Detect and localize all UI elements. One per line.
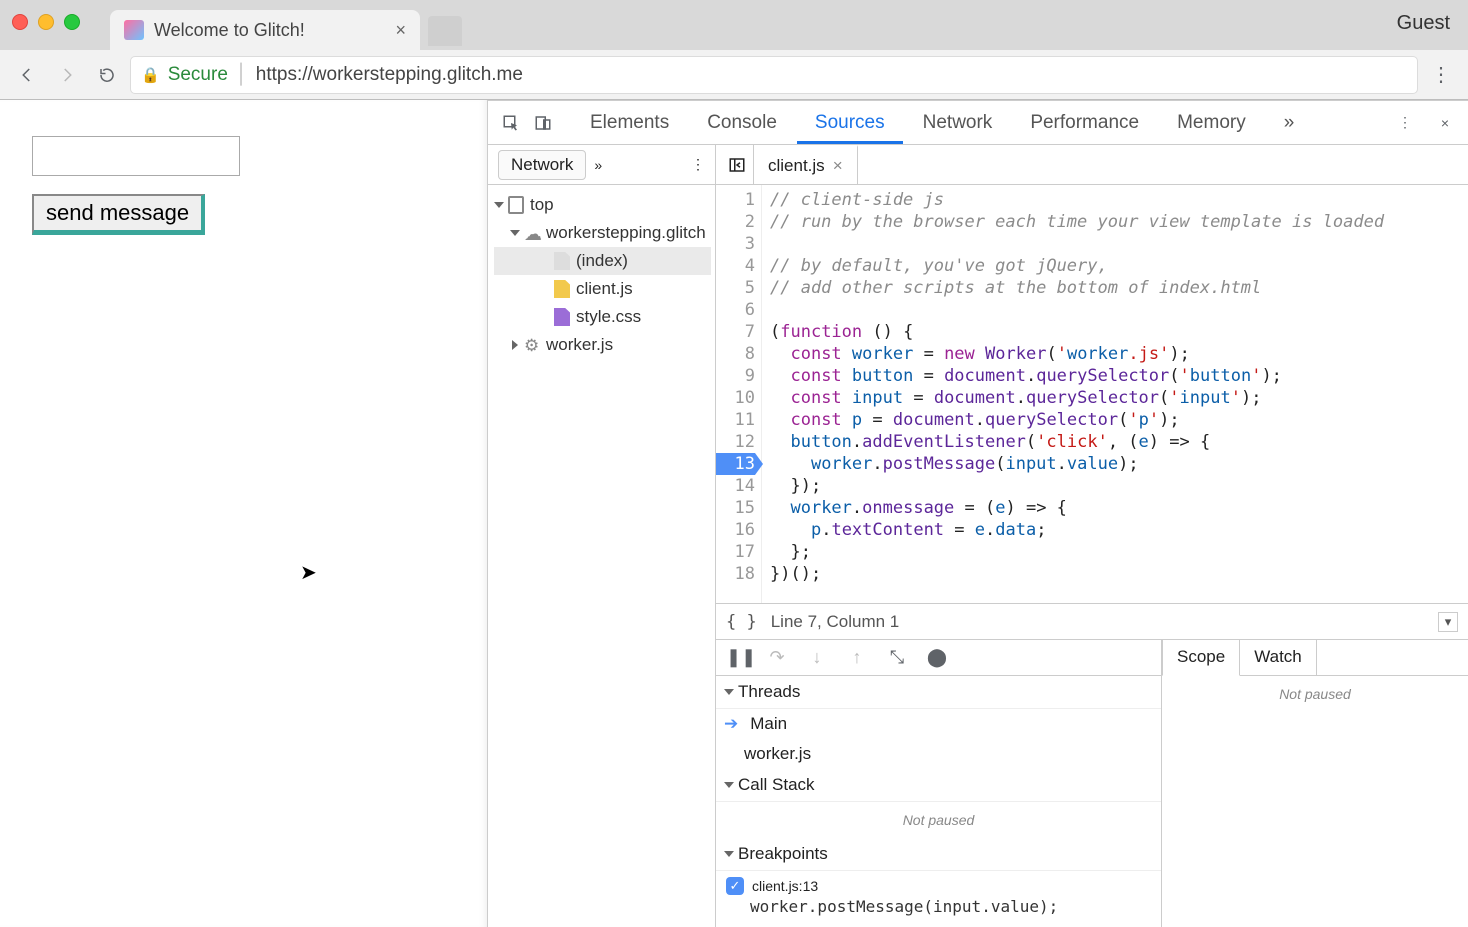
sidebar-menu-icon[interactable]: ⋮ <box>691 156 705 173</box>
inspect-element-icon[interactable] <box>496 108 526 138</box>
browser-toolbar: 🔒 Secure │ https://workerstepping.glitch… <box>0 50 1468 100</box>
tree-file-stylecss[interactable]: style.css <box>494 303 711 331</box>
lock-icon: 🔒 <box>141 66 160 84</box>
breakpoint-item[interactable]: ✓ client.js:13 <box>716 871 1161 897</box>
editor-tabs: client.js × <box>716 145 1468 185</box>
devtools-tabs: Elements Console Sources Network Perform… <box>488 101 1468 145</box>
pretty-print-icon[interactable]: { } <box>726 612 757 632</box>
message-input[interactable] <box>32 136 240 176</box>
tree-top-frame[interactable]: top <box>494 191 711 219</box>
sources-sidebar: Network » ⋮ top workerstepping.glitch (i… <box>488 145 716 927</box>
debugger-drawer: ❚❚ ↷ ↓ ↑ ⤡ ⬤ Threads Main worker.js <box>716 639 1468 927</box>
rendered-page: send message ➤ <box>0 100 488 927</box>
reload-button[interactable] <box>90 58 124 92</box>
sidebar-mode-selector[interactable]: Network <box>498 150 586 180</box>
close-file-icon[interactable]: × <box>833 156 843 176</box>
maximize-window-icon[interactable] <box>64 14 80 30</box>
tab-more-icon[interactable]: » <box>1266 102 1313 144</box>
scope-tab[interactable]: Scope <box>1162 640 1240 676</box>
tree-domain[interactable]: workerstepping.glitch <box>494 219 711 247</box>
address-bar[interactable]: 🔒 Secure │ https://workerstepping.glitch… <box>130 56 1418 94</box>
editor-statusbar: { } Line 7, Column 1 ▾ <box>716 603 1468 639</box>
device-toolbar-icon[interactable] <box>528 108 558 138</box>
tree-file-index[interactable]: (index) <box>494 247 711 275</box>
tab-performance[interactable]: Performance <box>1012 102 1157 144</box>
pause-icon[interactable]: ❚❚ <box>726 647 748 668</box>
file-tree: top workerstepping.glitch (index) client… <box>488 185 715 365</box>
forward-button[interactable] <box>50 58 84 92</box>
favicon-icon <box>124 20 144 40</box>
browser-tab[interactable]: Welcome to Glitch! × <box>110 10 420 50</box>
editor-column: client.js × 123456789101112131415161718/… <box>716 145 1468 927</box>
threads-header[interactable]: Threads <box>716 676 1161 709</box>
tab-bar: Welcome to Glitch! × Guest <box>0 0 1468 50</box>
devtools-panel: Elements Console Sources Network Perform… <box>488 100 1468 927</box>
browser-window: Welcome to Glitch! × Guest 🔒 Secure │ ht… <box>0 0 1468 927</box>
url-text: https://workerstepping.glitch.me <box>256 64 523 86</box>
close-devtools-icon[interactable]: × <box>1430 108 1460 138</box>
tab-memory[interactable]: Memory <box>1159 102 1264 144</box>
debugger-right-pane: Scope Watch Not paused <box>1162 640 1468 927</box>
devtools-menu-icon[interactable]: ⋮ <box>1390 108 1420 138</box>
callstack-state: Not paused <box>716 802 1161 838</box>
scope-state: Not paused <box>1162 676 1468 712</box>
code-editor[interactable]: 123456789101112131415161718// client-sid… <box>716 185 1468 603</box>
thread-worker[interactable]: worker.js <box>716 739 1161 769</box>
profile-label[interactable]: Guest <box>1397 12 1450 35</box>
tree-file-clientjs[interactable]: client.js <box>494 275 711 303</box>
coverage-icon[interactable]: ▾ <box>1438 612 1458 632</box>
thread-main[interactable]: Main <box>716 709 1161 739</box>
breakpoint-checkbox[interactable]: ✓ <box>726 877 744 895</box>
toggle-navigator-icon[interactable] <box>720 145 754 184</box>
content-area: send message ➤ Elements Console Sources … <box>0 100 1468 927</box>
window-controls[interactable] <box>12 14 80 30</box>
debugger-left-pane: ❚❚ ↷ ↓ ↑ ⤡ ⬤ Threads Main worker.js <box>716 640 1162 927</box>
tab-elements[interactable]: Elements <box>572 102 687 144</box>
tab-sources[interactable]: Sources <box>797 102 903 144</box>
send-message-button[interactable]: send message <box>32 194 205 235</box>
callstack-header[interactable]: Call Stack <box>716 769 1161 802</box>
watch-tab[interactable]: Watch <box>1240 640 1317 675</box>
debugger-controls: ❚❚ ↷ ↓ ↑ ⤡ ⬤ <box>716 640 1161 676</box>
close-window-icon[interactable] <box>12 14 28 30</box>
step-into-icon[interactable]: ↓ <box>806 647 828 668</box>
new-tab-button[interactable] <box>428 16 462 46</box>
secure-label: Secure <box>168 64 228 86</box>
minimize-window-icon[interactable] <box>38 14 54 30</box>
tree-worker[interactable]: worker.js <box>494 331 711 359</box>
deactivate-breakpoints-icon[interactable]: ⤡ <box>886 647 908 668</box>
breakpoints-header[interactable]: Breakpoints <box>716 838 1161 871</box>
cursor-position: Line 7, Column 1 <box>771 612 900 632</box>
tab-console[interactable]: Console <box>689 102 795 144</box>
pause-on-exceptions-icon[interactable]: ⬤ <box>926 647 948 668</box>
step-out-icon[interactable]: ↑ <box>846 647 868 668</box>
sidebar-more-icon[interactable]: » <box>594 157 602 173</box>
tab-network[interactable]: Network <box>905 102 1011 144</box>
editor-tab-clientjs[interactable]: client.js × <box>754 145 858 184</box>
tab-title: Welcome to Glitch! <box>154 20 305 41</box>
back-button[interactable] <box>10 58 44 92</box>
breakpoint-code: worker.postMessage(input.value); <box>716 897 1161 922</box>
step-over-icon[interactable]: ↷ <box>766 647 788 668</box>
mouse-cursor-icon: ➤ <box>300 560 317 585</box>
close-tab-icon[interactable]: × <box>395 20 406 41</box>
browser-menu-icon[interactable]: ⋮ <box>1424 62 1458 87</box>
